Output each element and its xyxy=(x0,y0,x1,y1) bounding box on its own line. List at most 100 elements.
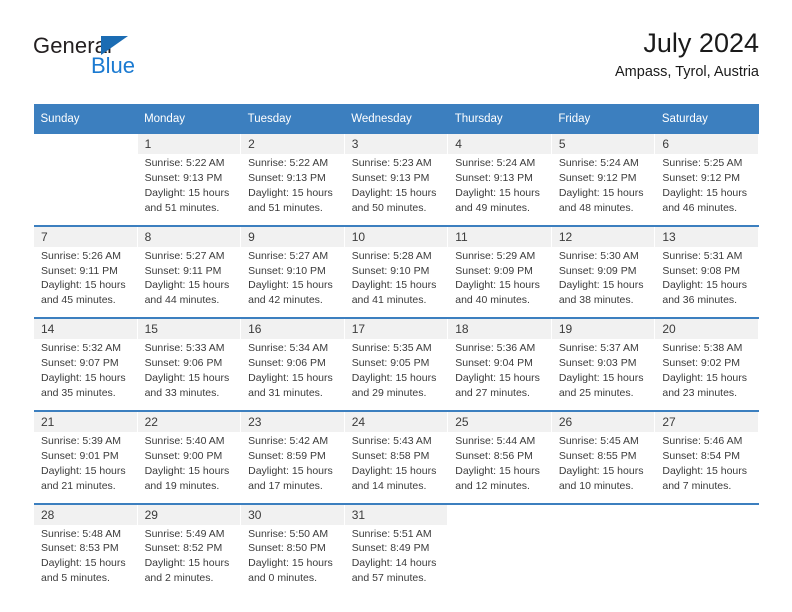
day-details: Sunrise: 5:43 AM Sunset: 8:58 PM Daylight:… xyxy=(343,431,449,503)
calendar-body: 1 2 3 4 5 6 Sunrise: 5:22 AM Sunset: 9:13 PM Day… xyxy=(33,134,759,596)
day-number[interactable]: 2 xyxy=(240,134,345,154)
day-number[interactable]: 19 xyxy=(550,319,656,340)
day-details: Sunrise: 5:34 AM Sunset: 9:06 PM Daylight:… xyxy=(240,339,345,410)
day-detail-line: Daylight: 15 hours xyxy=(41,557,126,570)
day-detail-line: Daylight: 15 hours xyxy=(558,279,644,292)
day-detail-line: Daylight: 15 hours xyxy=(558,372,644,385)
day-detail-line: and 40 minutes. xyxy=(455,294,530,307)
day-detail-line: Sunset: 8:59 PM xyxy=(248,449,326,462)
day-details: Sunrise: 5:51 AM Sunset: 8:49 PM Daylight:… xyxy=(343,524,449,596)
title-block: July 2024 Ampass, Tyrol, Austria xyxy=(615,28,759,81)
day-number[interactable]: 1 xyxy=(136,134,242,154)
day-number[interactable]: 7 xyxy=(33,226,138,247)
day-details: Sunrise: 5:33 AM Sunset: 9:06 PM Daylight:… xyxy=(136,339,242,410)
day-detail-line: and 33 minutes. xyxy=(144,386,220,399)
day-detail-line: Sunset: 9:09 PM xyxy=(558,264,637,277)
day-detail-line: Daylight: 15 hours xyxy=(144,372,230,385)
day-detail-line: Sunrise: 5:27 AM xyxy=(248,249,329,262)
day-details: Sunrise: 5:23 AM Sunset: 9:13 PM Daylight:… xyxy=(343,154,449,225)
day-detail-line: Sunset: 9:01 PM xyxy=(41,449,119,462)
day-number[interactable]: 17 xyxy=(343,319,449,340)
day-detail-line: Daylight: 15 hours xyxy=(455,186,540,199)
day-detail-line: Sunrise: 5:25 AM xyxy=(662,157,743,169)
calendar-grid: Sunday Monday Tuesday Wednesday Thursday Frid… xyxy=(33,104,759,596)
day-detail-line: Sunset: 9:10 PM xyxy=(351,264,430,277)
day-number[interactable]: 9 xyxy=(240,226,345,247)
day-number[interactable]: 10 xyxy=(343,226,449,247)
day-detail-line: Sunrise: 5:23 AM xyxy=(351,157,432,169)
day-number[interactable]: 29 xyxy=(136,504,242,525)
day-detail-line: Sunrise: 5:31 AM xyxy=(662,249,743,262)
day-number[interactable]: 16 xyxy=(240,319,345,340)
day-detail-line: and 41 minutes. xyxy=(351,294,427,307)
day-detail-line: Sunset: 8:55 PM xyxy=(558,449,637,462)
day-details: Sunrise: 5:44 AM Sunset: 8:56 PM Daylight:… xyxy=(447,431,552,503)
page-title: July 2024 xyxy=(643,28,759,58)
day-number[interactable]: 3 xyxy=(343,134,449,154)
day-number[interactable]: 14 xyxy=(33,319,138,340)
day-detail-line: Daylight: 15 hours xyxy=(455,464,540,477)
day-number[interactable]: 8 xyxy=(136,226,242,247)
general-blue-logo[interactable]: General Blue xyxy=(33,35,253,91)
day-detail-line: and 23 minutes. xyxy=(662,386,738,399)
day-number[interactable]: 13 xyxy=(654,226,759,247)
day-detail-line: Sunset: 8:52 PM xyxy=(144,542,223,555)
empty-day-cell xyxy=(550,504,656,525)
day-detail-line: and 29 minutes. xyxy=(351,386,427,399)
day-detail-line: and 17 minutes. xyxy=(248,479,323,492)
day-info-row: Sunrise: 5:26 AM Sunset: 9:11 PM Daylight:… xyxy=(33,246,759,318)
day-info-row: Sunrise: 5:39 AM Sunset: 9:01 PM Daylight:… xyxy=(33,431,759,503)
day-detail-line: Daylight: 15 hours xyxy=(41,279,126,292)
day-detail-line: Daylight: 15 hours xyxy=(455,372,540,385)
day-detail-line: and 27 minutes. xyxy=(455,386,530,399)
empty-day-info-cell xyxy=(33,154,138,225)
day-detail-line: Sunset: 9:13 PM xyxy=(248,171,326,184)
day-detail-line: Sunrise: 5:40 AM xyxy=(144,434,225,447)
day-detail-line: Sunset: 8:54 PM xyxy=(662,449,741,462)
day-number[interactable]: 27 xyxy=(654,411,759,432)
day-detail-line: Sunset: 9:03 PM xyxy=(558,357,637,370)
day-detail-line: Sunrise: 5:44 AM xyxy=(455,434,536,447)
day-details: Sunrise: 5:42 AM Sunset: 8:59 PM Daylight:… xyxy=(240,431,345,503)
day-details: Sunrise: 5:50 AM Sunset: 8:50 PM Daylight:… xyxy=(240,524,345,596)
day-detail-line: Daylight: 15 hours xyxy=(144,464,230,477)
day-number[interactable]: 6 xyxy=(654,134,759,154)
day-detail-line: and 7 minutes. xyxy=(662,479,732,492)
day-number[interactable]: 18 xyxy=(447,319,552,340)
day-detail-line: and 50 minutes. xyxy=(351,201,427,214)
day-detail-line: and 12 minutes. xyxy=(455,479,530,492)
day-number[interactable]: 20 xyxy=(654,319,759,340)
day-number[interactable]: 21 xyxy=(33,411,138,432)
day-number[interactable]: 11 xyxy=(447,226,552,247)
day-number[interactable]: 24 xyxy=(343,411,449,432)
day-number[interactable]: 26 xyxy=(550,411,656,432)
day-detail-line: and 25 minutes. xyxy=(558,386,634,399)
day-detail-line: Sunset: 8:49 PM xyxy=(351,542,430,555)
weekday-header-saturday: Saturday xyxy=(654,104,759,134)
day-details: Sunrise: 5:29 AM Sunset: 9:09 PM Daylight:… xyxy=(447,246,552,318)
day-details: Sunrise: 5:36 AM Sunset: 9:04 PM Daylight:… xyxy=(447,339,552,410)
day-detail-line: and 42 minutes. xyxy=(248,294,323,307)
day-detail-line: Daylight: 15 hours xyxy=(662,186,748,199)
day-number[interactable]: 25 xyxy=(447,411,552,432)
day-detail-line: and 31 minutes. xyxy=(248,386,323,399)
day-detail-line: and 19 minutes. xyxy=(144,479,220,492)
day-number[interactable]: 5 xyxy=(550,134,656,154)
day-info-row: Sunrise: 5:32 AM Sunset: 9:07 PM Daylight:… xyxy=(33,339,759,410)
day-number[interactable]: 23 xyxy=(240,411,345,432)
day-details: Sunrise: 5:38 AM Sunset: 9:02 PM Daylight:… xyxy=(654,339,759,410)
day-number[interactable]: 4 xyxy=(447,134,552,154)
day-detail-line: Sunset: 9:00 PM xyxy=(144,449,223,462)
day-number[interactable]: 12 xyxy=(550,226,656,247)
day-number[interactable]: 22 xyxy=(136,411,242,432)
day-number[interactable]: 15 xyxy=(136,319,242,340)
day-number[interactable]: 28 xyxy=(33,504,138,525)
weekday-header-wednesday: Wednesday xyxy=(344,104,448,134)
calendar-page: General Blue July 2024 Ampass, Tyrol, Au… xyxy=(0,0,792,612)
empty-day-info-cell xyxy=(550,524,656,596)
day-detail-line: Sunrise: 5:49 AM xyxy=(144,527,225,540)
day-detail-line: Sunrise: 5:32 AM xyxy=(41,342,121,355)
day-detail-line: Sunrise: 5:34 AM xyxy=(248,342,329,355)
day-number[interactable]: 30 xyxy=(240,504,345,525)
day-number[interactable]: 31 xyxy=(343,504,449,525)
